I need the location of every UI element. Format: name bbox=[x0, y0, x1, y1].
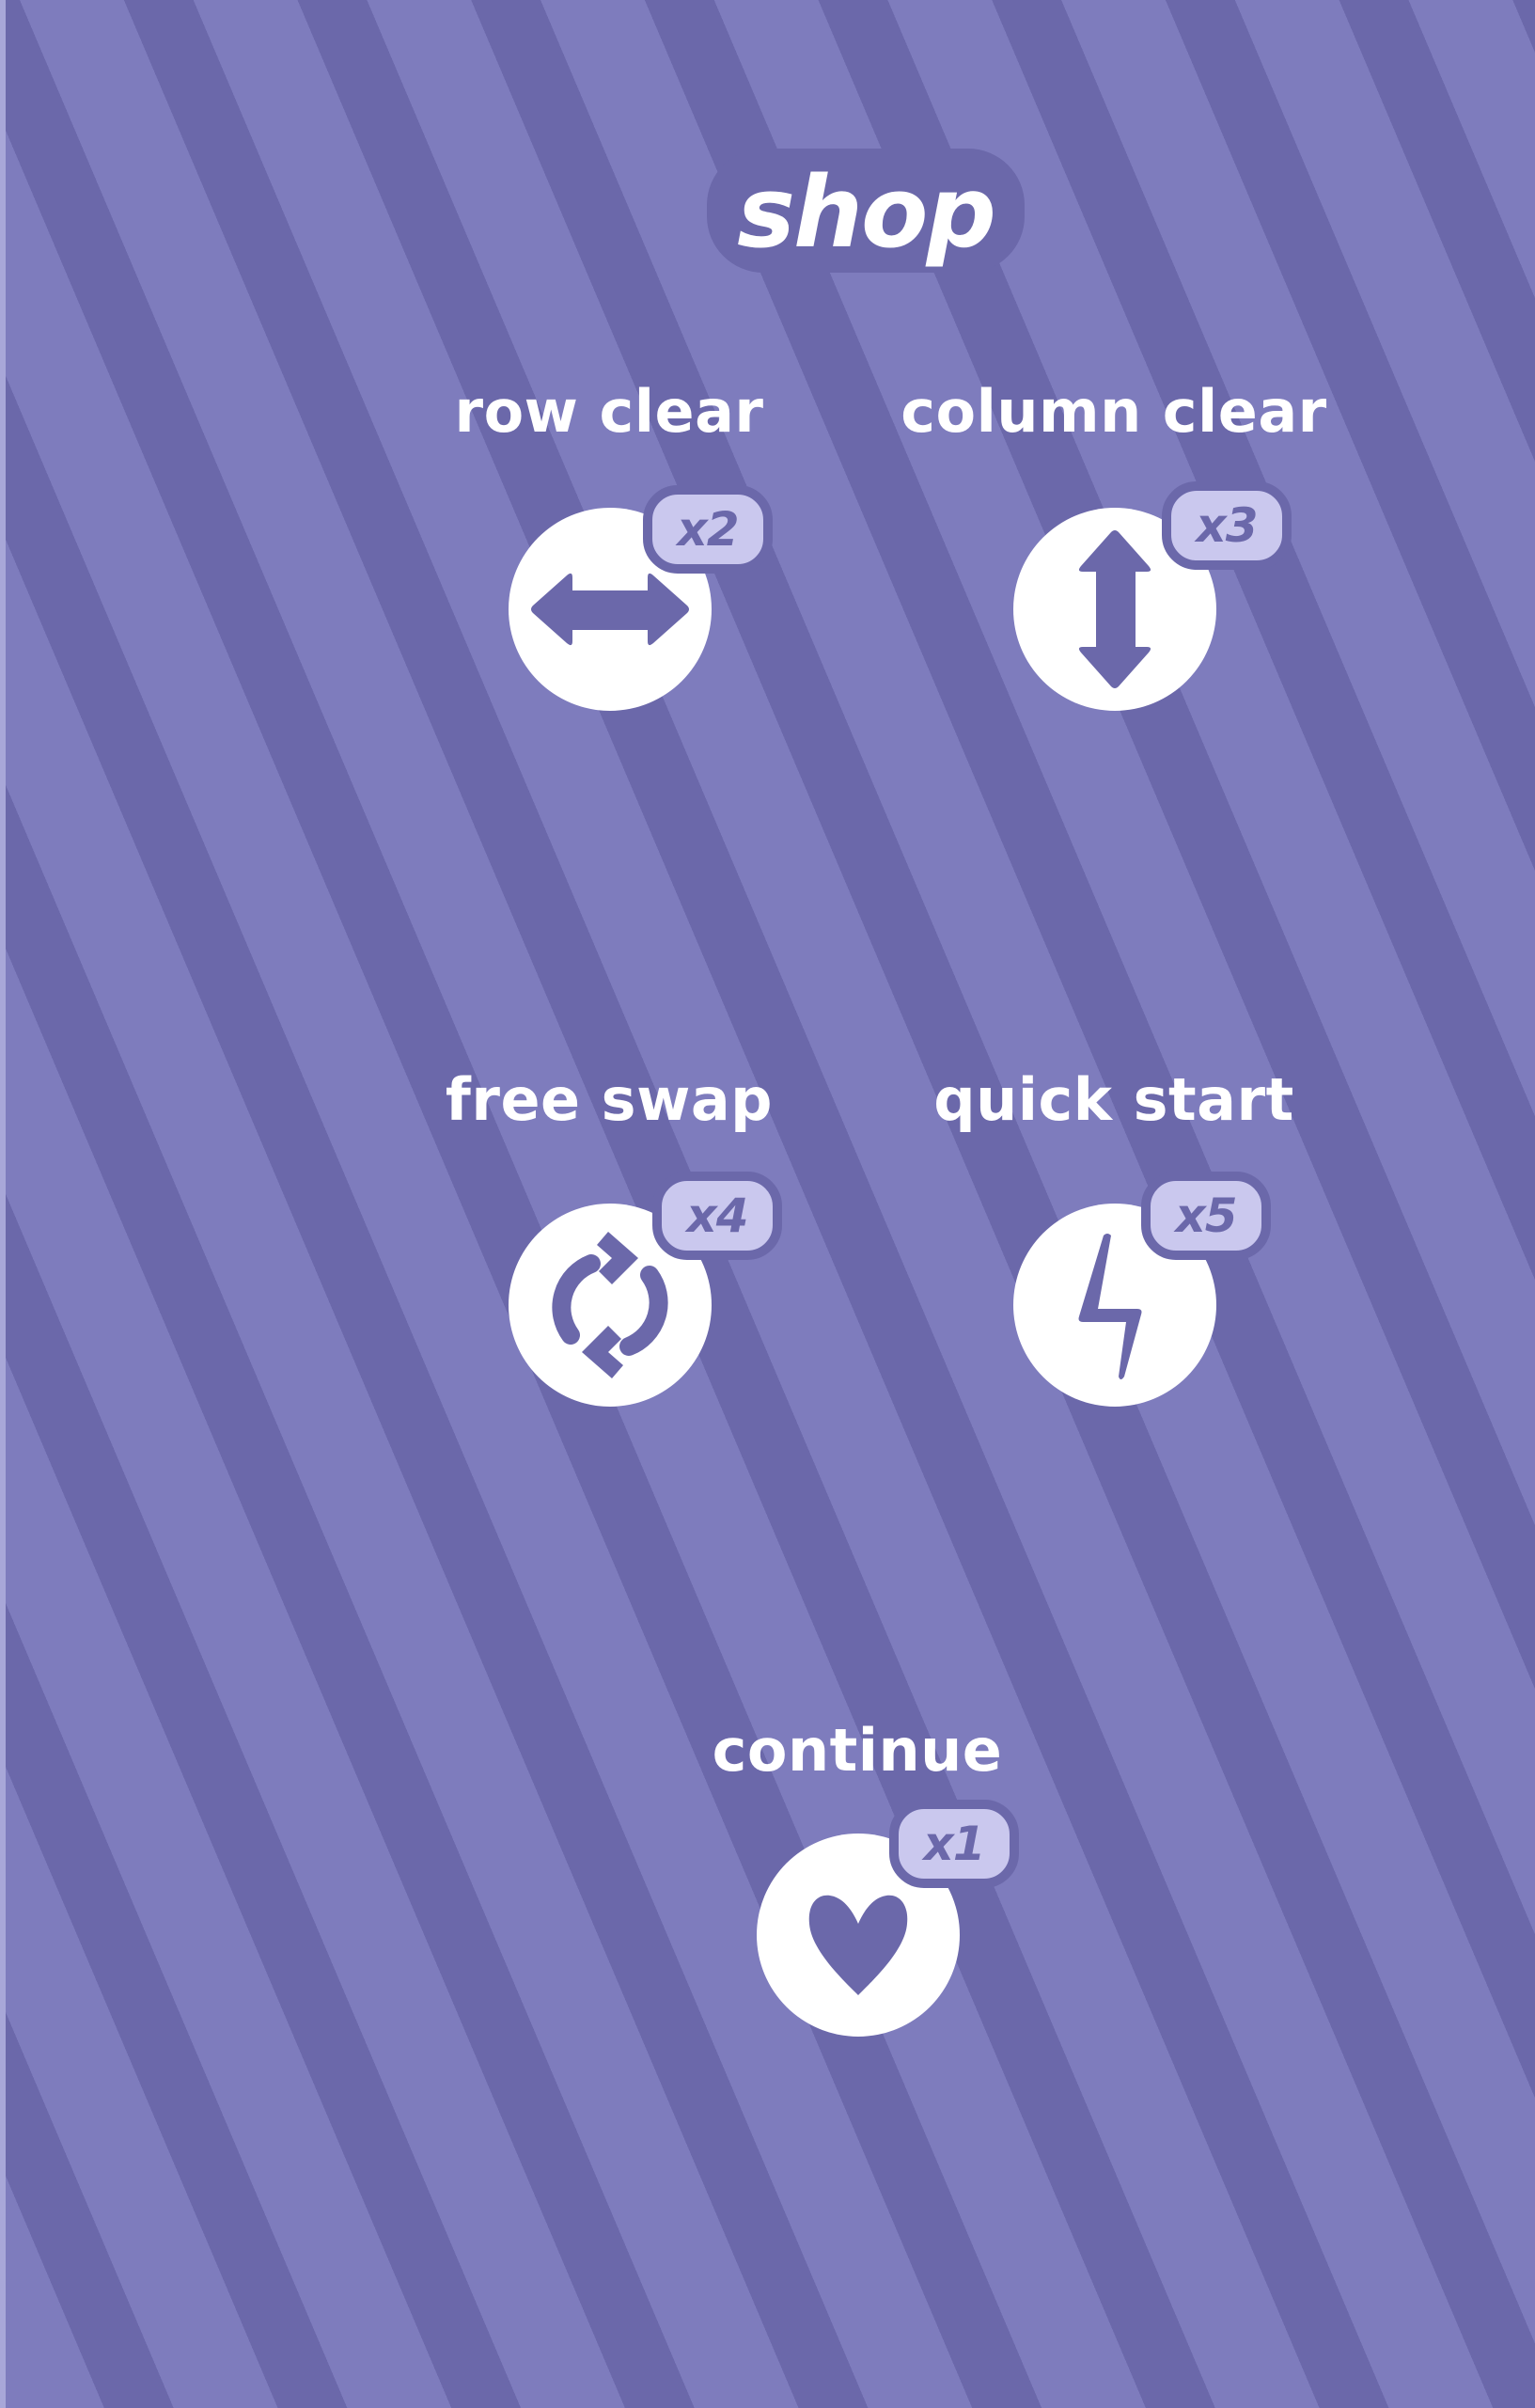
item-label-quick-start: quick start bbox=[933, 1065, 1294, 1134]
row-clear-price: x2 bbox=[677, 502, 739, 557]
quick-start-price-badge: x5 bbox=[1141, 1172, 1271, 1260]
free-swap-price: x4 bbox=[686, 1188, 748, 1243]
column-clear-price: x3 bbox=[1196, 498, 1258, 553]
quick-start-price: x5 bbox=[1175, 1188, 1237, 1243]
continue-price-badge: x1 bbox=[889, 1800, 1019, 1888]
shop-title-text: shop bbox=[737, 155, 995, 270]
item-label-free-swap: free swap bbox=[445, 1065, 774, 1134]
item-label-column-clear: column clear bbox=[901, 377, 1327, 446]
row-clear-price-badge: x2 bbox=[643, 485, 773, 574]
shop-title: shop bbox=[703, 141, 1032, 282]
item-label-continue: continue bbox=[712, 1716, 1003, 1785]
continue-price: x1 bbox=[923, 1817, 985, 1871]
column-clear-price-badge: x3 bbox=[1162, 481, 1292, 570]
free-swap-price-badge: x4 bbox=[652, 1172, 782, 1260]
item-label-row-clear: row clear bbox=[454, 377, 764, 446]
